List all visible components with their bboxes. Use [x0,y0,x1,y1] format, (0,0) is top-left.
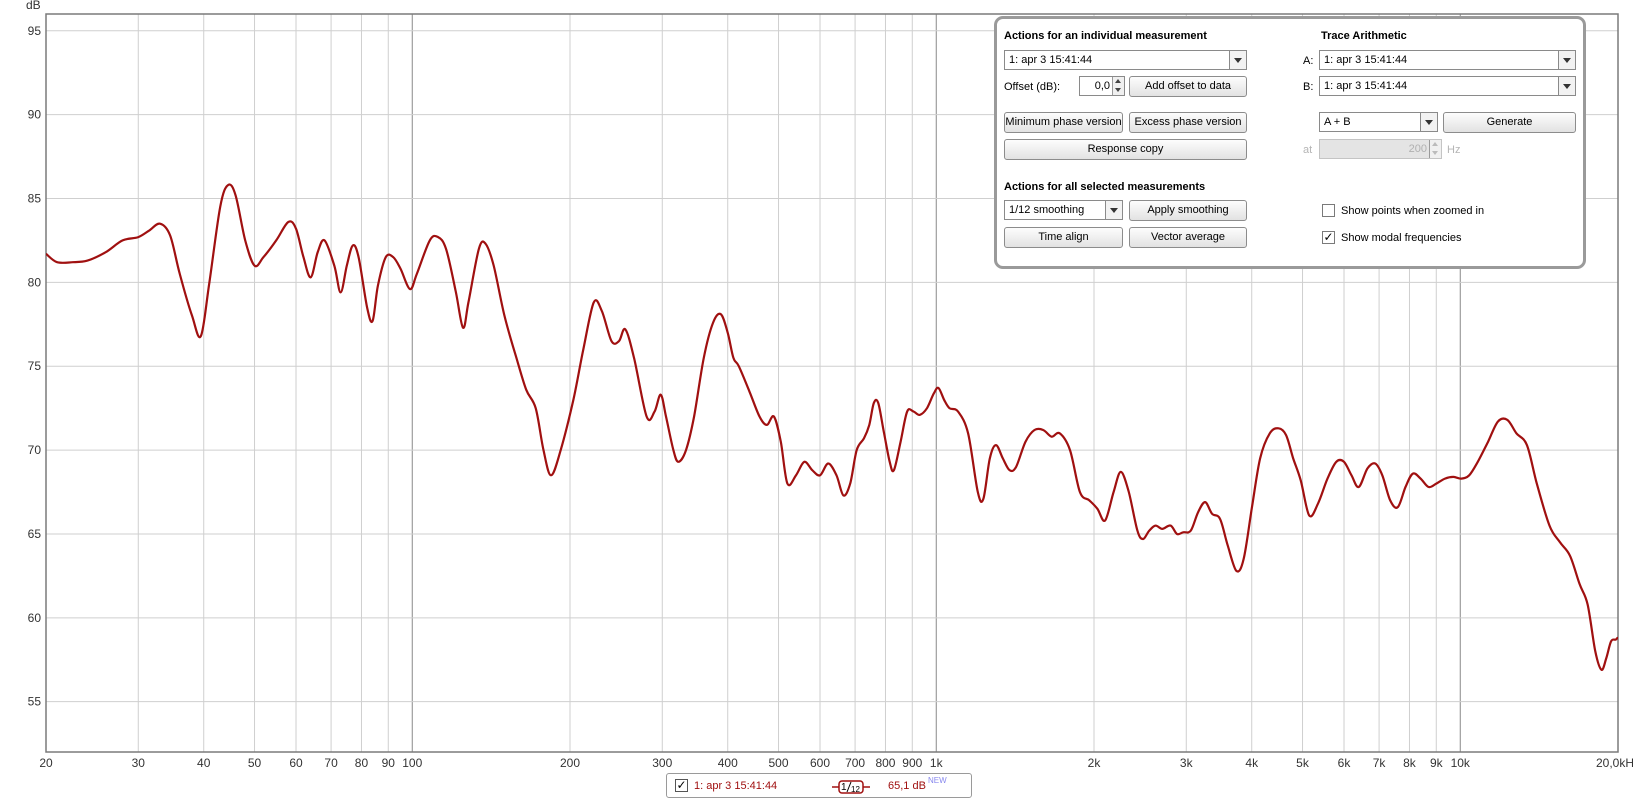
x-tick-label: 9k [1430,756,1444,770]
x-tick-label: 200 [560,756,580,770]
x-tick-label: 8k [1403,756,1417,770]
x-tick-label: 6k [1338,756,1352,770]
checkmark-icon: ✓ [1323,230,1334,244]
at-frequency-value: 200 [1408,143,1427,155]
operation-select-value: A + B [1324,116,1351,128]
x-tick-label: 80 [355,756,369,770]
up-down-arrows-icon[interactable] [1112,77,1124,95]
x-tick-label: 2k [1088,756,1102,770]
x-tick-label: 5k [1296,756,1310,770]
trace-b-label: B: [1303,81,1314,93]
x-tick-label: 90 [382,756,396,770]
trace-arithmetic-title: Trace Arithmetic [1321,30,1407,42]
y-tick-label: 55 [28,695,42,709]
x-tick-label: 40 [197,756,211,770]
checkmark-icon: ✓ [676,778,687,792]
y-tick-label: 70 [28,443,42,457]
smoothing-select[interactable]: 1/12 smoothing [1004,200,1123,220]
x-tick-label: 100 [402,756,422,770]
x-tick-label: 900 [902,756,922,770]
x-tick-label: 4k [1245,756,1259,770]
smoothing-numerator: 1 [841,782,847,793]
excess-phase-button[interactable]: Excess phase version [1129,112,1247,133]
response-copy-button[interactable]: Response copy [1004,139,1247,160]
x-tick-label: 7k [1373,756,1387,770]
x-tick-label: 600 [810,756,830,770]
x-tick-label: 300 [652,756,672,770]
x-tick-label: 500 [769,756,789,770]
legend-visibility-checkbox[interactable]: ✓ [675,779,688,792]
chevron-down-icon[interactable] [1420,113,1437,131]
y-tick-label: 75 [28,359,42,373]
trace-b-select[interactable]: 1: apr 3 15:41:44 [1319,76,1576,96]
x-tick-label: 800 [875,756,895,770]
y-tick-label: 90 [28,108,42,122]
time-align-button[interactable]: Time align [1004,227,1123,248]
trace-a-select[interactable]: 1: apr 3 15:41:44 [1319,50,1576,70]
chevron-down-icon[interactable] [1105,201,1122,219]
up-down-arrows-icon [1429,140,1441,158]
add-offset-button[interactable]: Add offset to data [1129,76,1247,97]
legend-measurement-name: 1: apr 3 15:41:44 [694,780,778,792]
show-points-label: Show points when zoomed in [1341,205,1485,217]
legend-level-value: 65,1 dB [888,780,926,792]
operation-select[interactable]: A + B [1319,112,1438,132]
at-label: at [1303,144,1313,156]
vector-average-button[interactable]: Vector average [1129,227,1247,248]
x-tick-label: 30 [132,756,146,770]
y-tick-label: 80 [28,275,42,289]
measurement-actions-panel: Actions for an individual measurement 1:… [994,16,1586,269]
chevron-down-icon[interactable] [1229,51,1246,69]
chevron-down-icon[interactable] [1558,51,1575,69]
trace-b-select-value: 1: apr 3 15:41:44 [1324,80,1408,92]
minimum-phase-button[interactable]: Minimum phase version [1004,112,1123,133]
at-frequency-stepper: 200 [1319,139,1442,159]
measurement-select[interactable]: 1: apr 3 15:41:44 [1004,50,1247,70]
apply-smoothing-button[interactable]: Apply smoothing [1129,200,1247,221]
offset-label: Offset (dB): [1004,81,1061,93]
generate-button[interactable]: Generate [1443,112,1576,133]
measurement-select-value: 1: apr 3 15:41:44 [1009,54,1093,66]
smoothing-denominator: 12 [851,785,860,794]
x-tick-label: 20,0kHz [1596,756,1633,770]
show-modal-checkbox[interactable]: ✓ [1322,231,1335,244]
y-tick-label: 65 [28,527,42,541]
x-tick-label: 400 [718,756,738,770]
chevron-down-icon[interactable] [1558,77,1575,95]
x-tick-label: 20 [39,756,53,770]
x-tick-label: 60 [289,756,303,770]
smoothing-select-value: 1/12 smoothing [1009,204,1085,216]
x-tick-label: 3k [1180,756,1194,770]
x-tick-label: 700 [845,756,865,770]
measurement-legend[interactable]: ✓ 1: apr 3 15:41:44 1 12 65,1 dB NEW [666,773,972,798]
show-modal-label: Show modal frequencies [1341,232,1462,244]
smoothing-indicator-icon: 1 12 [832,780,870,794]
x-tick-label: 50 [248,756,262,770]
x-tick-label: 10k [1451,756,1471,770]
y-tick-label: 95 [28,24,42,38]
y-tick-label: 60 [28,611,42,625]
offset-value: 0,0 [1094,80,1110,92]
individual-actions-title: Actions for an individual measurement [1004,30,1207,42]
trace-a-select-value: 1: apr 3 15:41:44 [1324,54,1408,66]
all-selected-actions-title: Actions for all selected measurements [1004,181,1206,193]
show-points-checkbox[interactable] [1322,204,1335,217]
y-axis-label: dB [26,0,41,12]
y-tick-label: 85 [28,192,42,206]
offset-stepper[interactable]: 0,0 [1079,76,1125,96]
x-tick-label: 70 [324,756,338,770]
trace-a-label: A: [1303,55,1314,67]
x-tick-label: 1k [930,756,944,770]
new-badge: NEW [928,776,947,785]
hz-label: Hz [1447,144,1461,156]
